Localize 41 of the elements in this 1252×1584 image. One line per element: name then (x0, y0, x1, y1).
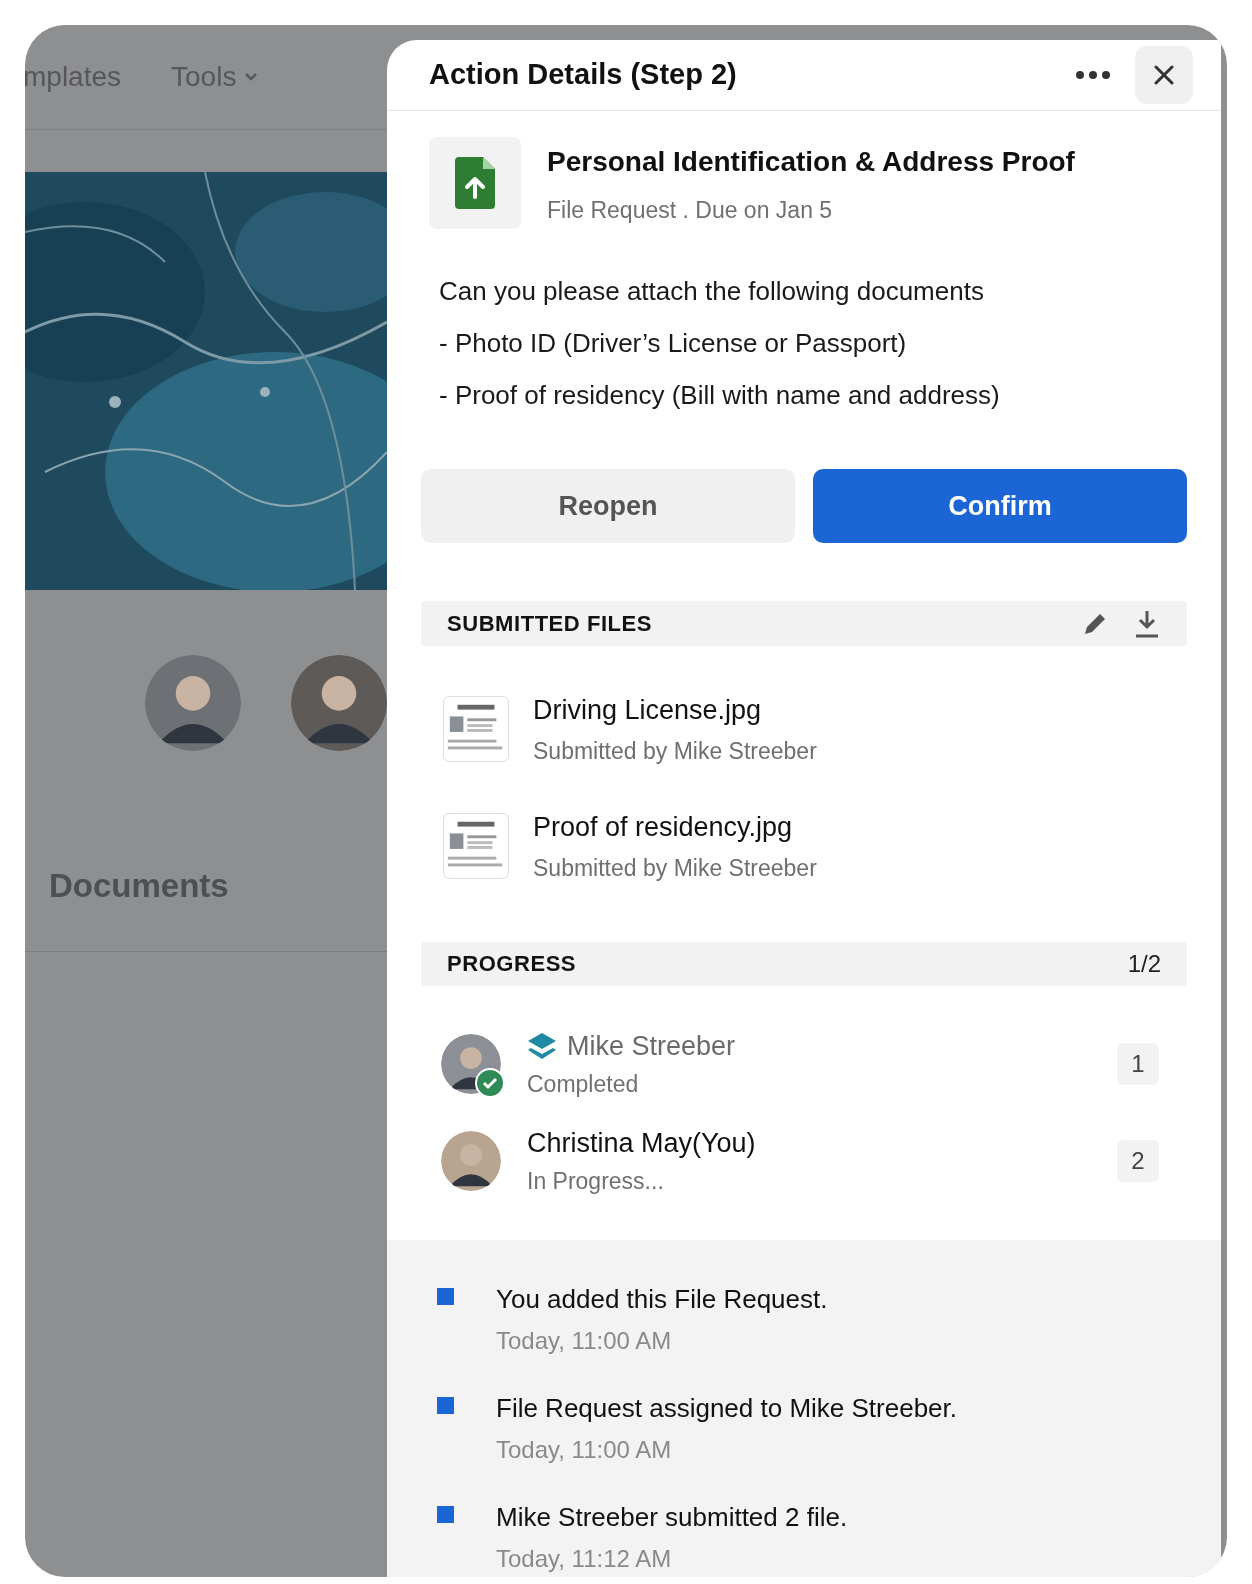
section-title: PROGRESS (447, 950, 577, 979)
panel-title: Action Details (Step 2) (429, 57, 737, 93)
step-number: 1 (1117, 1042, 1159, 1085)
timeline-marker (437, 1397, 454, 1414)
progress-count: 1/2 (1127, 948, 1161, 979)
reopen-button[interactable]: Reopen (421, 469, 795, 544)
participant-name: Christina May(You) (527, 1127, 756, 1160)
activity-time: Today, 11:00 AM (496, 1435, 673, 1465)
activity-text: Mike Streeber submitted 2 file. (496, 1501, 848, 1534)
description-line: Can you please attach the following documents (439, 275, 985, 308)
more-icon (1075, 70, 1111, 81)
section-title: Documents (49, 867, 229, 904)
avatar (441, 1130, 501, 1191)
file-name[interactable]: Proof of residency.jpg (533, 806, 817, 848)
file-name[interactable]: Driving License.jpg (533, 689, 817, 731)
step-number: 2 (1117, 1139, 1159, 1182)
timeline-marker (437, 1288, 454, 1305)
section-title: SUBMITTED FILES (447, 610, 653, 639)
confirm-button[interactable]: Confirm (813, 469, 1187, 544)
chevron-down-icon (244, 72, 259, 82)
more-button[interactable] (1075, 70, 1111, 81)
request-subtitle: File Request . Due on Jan 5 (547, 196, 834, 226)
timeline-marker (437, 1506, 454, 1523)
description-line: - Proof of residency (Bill with name and address) (439, 379, 1001, 412)
participant-status: In Progress... (527, 1166, 665, 1196)
description-line: - Photo ID (Driver’s License or Passport) (439, 327, 908, 360)
file-submitter: Submitted by Mike Streeber (533, 854, 817, 884)
close-button[interactable] (1135, 46, 1193, 105)
activity-time: Today, 11:00 AM (496, 1326, 673, 1356)
file-submitter: Submitted by Mike Streeber (533, 737, 817, 767)
close-icon (1154, 65, 1174, 86)
activity-text: File Request assigned to Mike Streeber. (496, 1392, 958, 1425)
request-title: Personal Identification & Address Proof (547, 145, 1075, 180)
file-upload-icon (455, 157, 495, 210)
layers-icon (527, 1032, 557, 1061)
participant-status: Completed (527, 1069, 640, 1099)
download-icon (1133, 608, 1161, 639)
participant-name: Mike Streeber (567, 1030, 736, 1063)
activity-text: You added this File Request. (496, 1283, 828, 1316)
download-button[interactable] (1133, 608, 1161, 639)
activity-time: Today, 11:12 AM (496, 1544, 673, 1574)
